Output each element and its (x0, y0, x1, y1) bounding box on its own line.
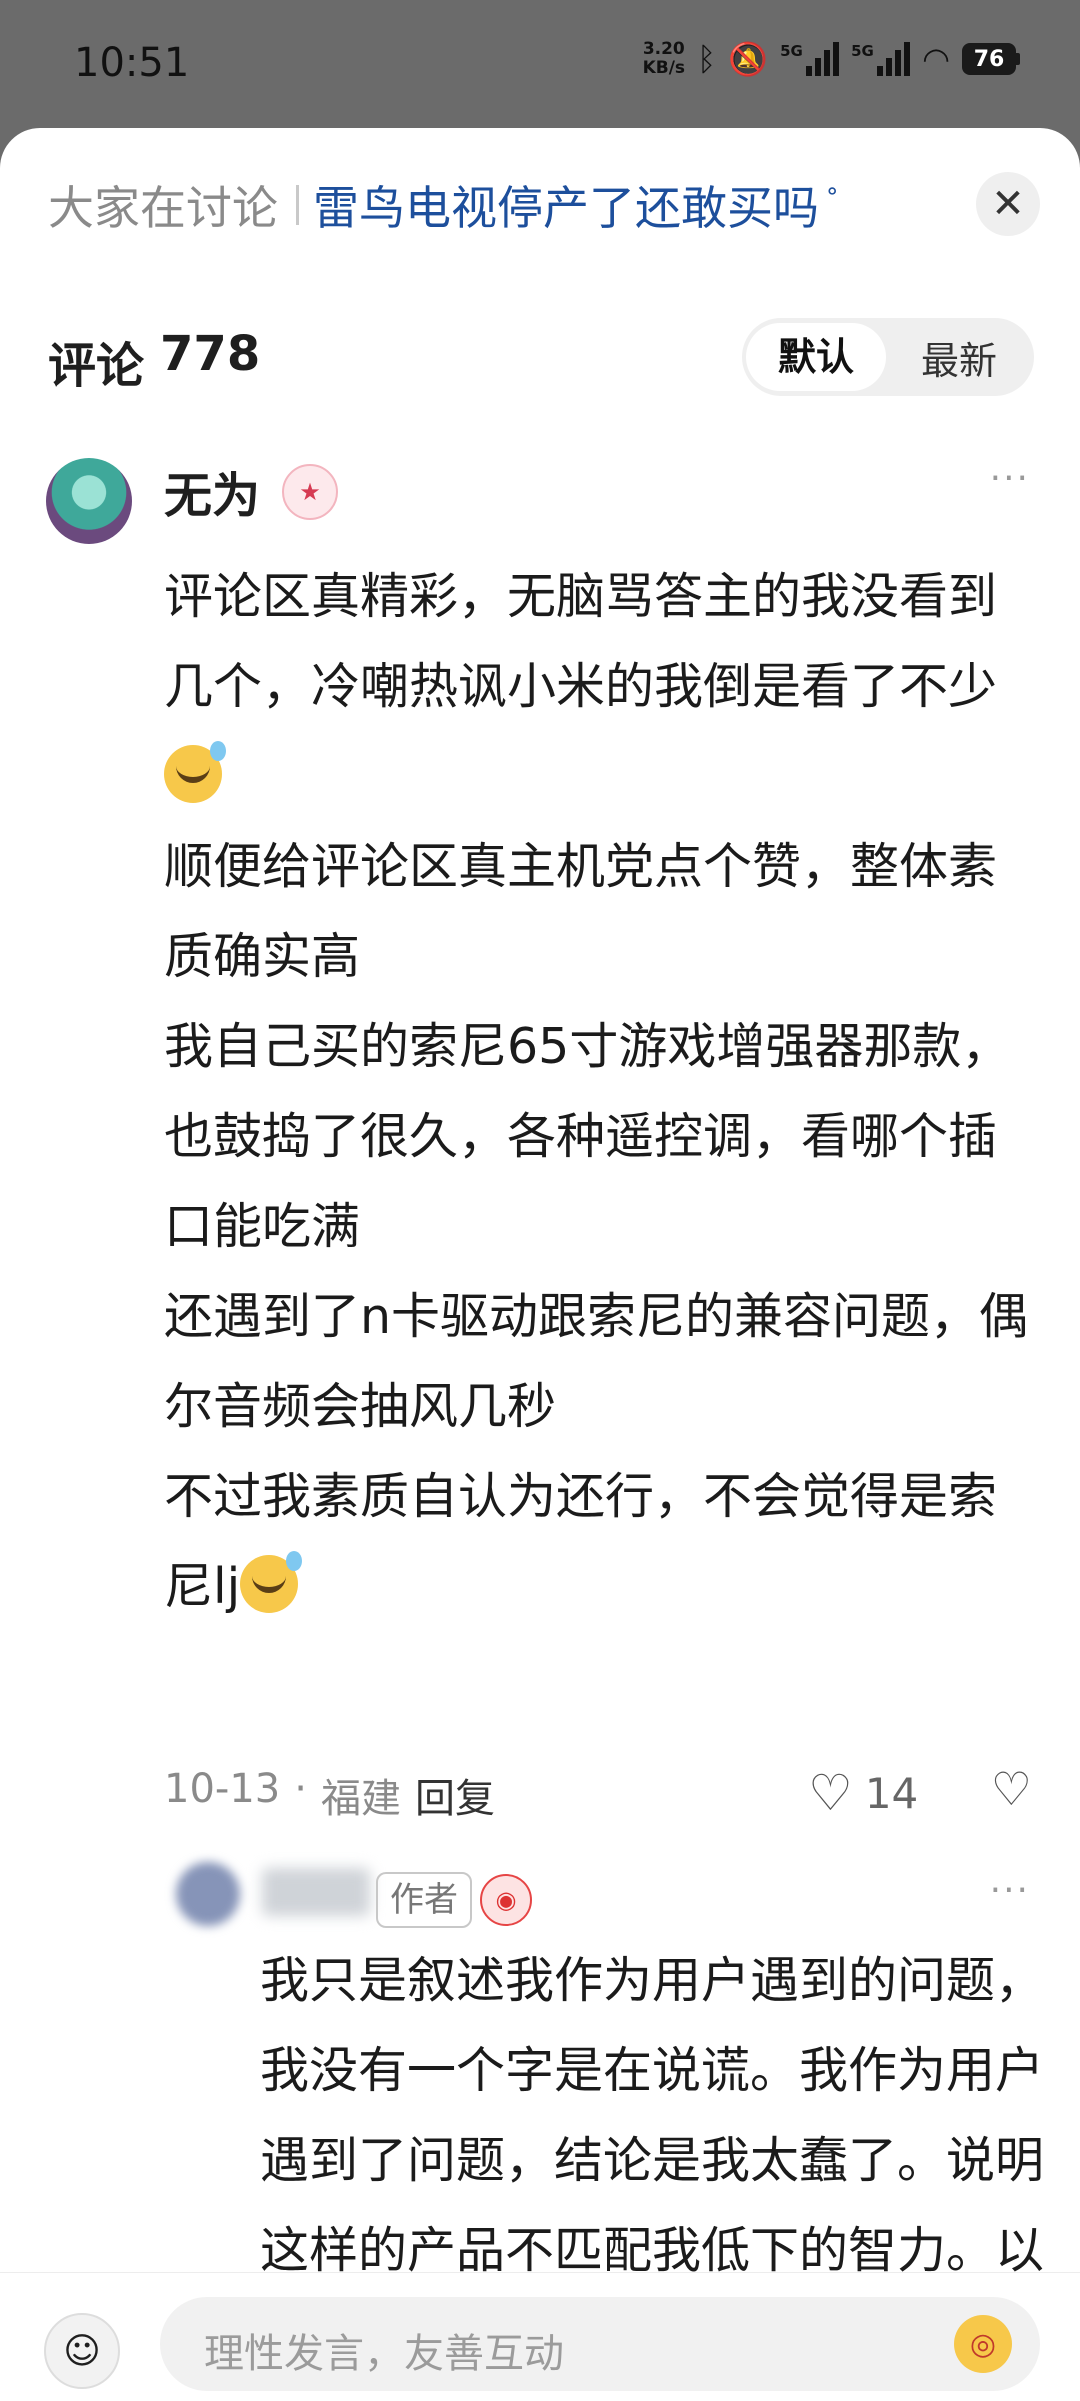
comment-location: 福建 (320, 1776, 401, 1822)
wifi-icon: ◠ (922, 40, 950, 78)
input-placeholder: 理性发言，友善互动 (204, 2331, 564, 2377)
author-badge-icon: ◉ (480, 1874, 532, 1926)
comment-username[interactable]: 无为 (164, 456, 260, 526)
battery-icon: 76 (962, 43, 1020, 75)
comment-meta: 10-13 · 福建 回复 (164, 1766, 495, 1824)
divider (296, 185, 299, 225)
network-speed: 3.20 KB/s (642, 39, 686, 78)
like-button[interactable]: ♡ 14 (808, 1764, 918, 1822)
like-count: 14 (864, 1768, 919, 1818)
sort-toggle: 默认 最新 (742, 318, 1034, 396)
avatar[interactable] (46, 458, 132, 544)
sort-latest-tab[interactable]: 最新 (886, 330, 1032, 385)
emoji-picker-icon[interactable]: ◎ (954, 2315, 1012, 2373)
sweat-smile-emoji-icon (240, 1551, 303, 1613)
dislike-icon[interactable]: ♡ (991, 1762, 1032, 1816)
heart-icon: ♡ (808, 1764, 853, 1822)
comment-text: 评论区真精彩，无脑骂答主的我没看到几个，冷嘲热讽小米的我倒是看了不少 顺便给评论… (164, 568, 1029, 1615)
comment-count-header: 评论 778 (48, 326, 261, 394)
user-badge-icon: ★ (282, 464, 338, 520)
sweat-smile-emoji-icon (164, 741, 226, 803)
topic-title-link[interactable]: 雷鸟电视停产了还敢买吗 (313, 172, 819, 238)
signal-icon: 5G (851, 42, 911, 76)
close-icon: ✕ (991, 181, 1025, 227)
topic-prefix: 大家在讨论 (48, 181, 278, 235)
topic-header[interactable]: 大家在讨论 雷鸟电视停产了还敢买吗 ⚬ (48, 172, 841, 238)
reply-username-blurred[interactable] (262, 1868, 370, 1916)
comment-input[interactable]: 理性发言，友善互动 ◎ (160, 2297, 1040, 2391)
status-icons: 3.20 KB/s ᛒ 🔕 5G 5G ◠ 76 (643, 40, 1020, 78)
more-options-icon[interactable]: ··· (990, 458, 1030, 499)
avatar: ☺ (44, 2313, 120, 2389)
search-icon: ⚬ (823, 179, 842, 205)
comments-sheet: 大家在讨论 雷鸟电视停产了还敢买吗 ⚬ ✕ 评论 778 默认 最新 无为 ★ … (0, 128, 1080, 2400)
mute-icon: 🔕 (728, 40, 769, 78)
comment-date: 10-13 (164, 1766, 281, 1812)
author-tag: 作者 (376, 1872, 472, 1928)
sort-default-tab[interactable]: 默认 (746, 323, 886, 391)
status-time: 10:51 (74, 40, 190, 86)
close-button[interactable]: ✕ (976, 172, 1040, 236)
comment-input-bar: ☺ 理性发言，友善互动 ◎ (0, 2272, 1080, 2401)
status-bar: 10:51 3.20 KB/s ᛒ 🔕 5G 5G ◠ 76 (0, 0, 1080, 128)
more-options-icon[interactable]: ··· (990, 1870, 1030, 1911)
avatar[interactable] (176, 1862, 240, 1926)
signal-icon: 5G (780, 42, 840, 76)
comment-count: 778 (160, 326, 261, 382)
bluetooth-icon: ᛒ (697, 40, 717, 78)
reply-button[interactable]: 回复 (415, 1766, 495, 1824)
